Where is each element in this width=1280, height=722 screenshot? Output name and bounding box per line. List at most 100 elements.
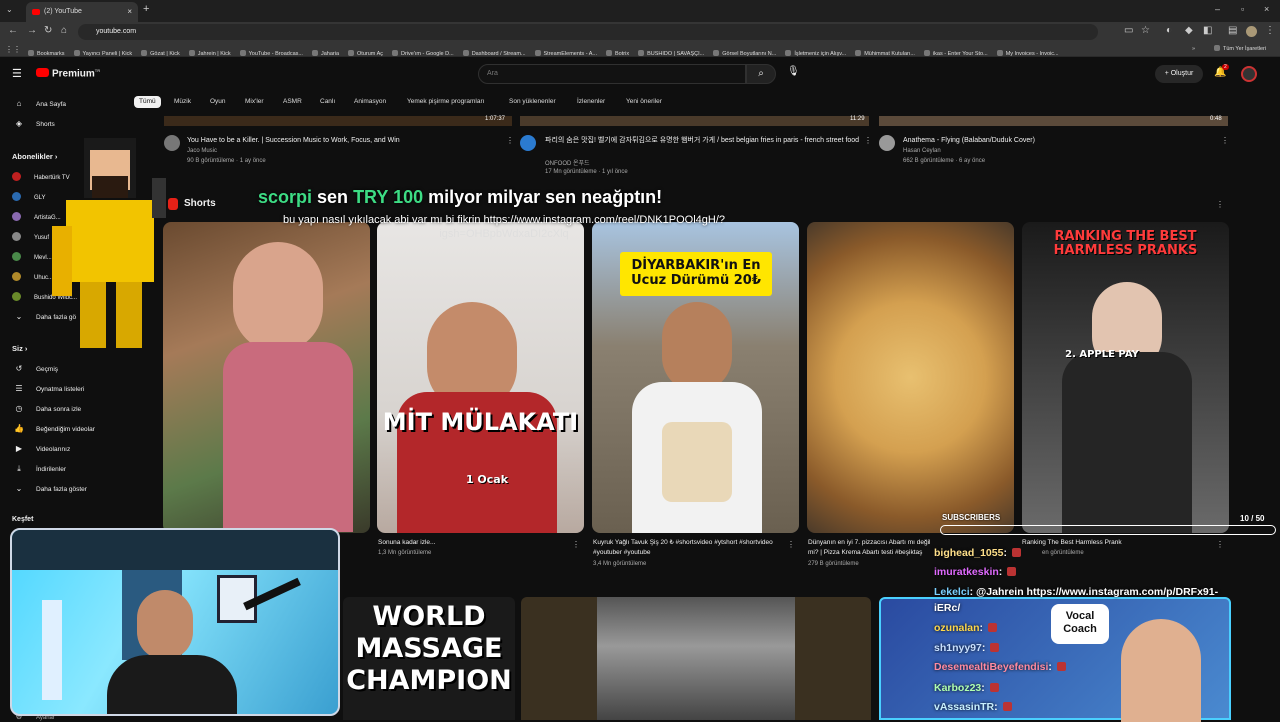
sidebar-you-item[interactable]: ☰ Oynatma listeleri [12, 384, 84, 393]
more-options-icon[interactable]: ⋮ [1216, 200, 1224, 209]
bookmark-item[interactable]: Görsel Boyutlarını N... [713, 47, 776, 56]
filter-chip[interactable]: Son yüklenenler [509, 96, 556, 108]
video-thumbnail-bottom-1[interactable]: WORLD MASSAGE CHAMPION [343, 597, 515, 720]
bookmark-item[interactable]: ikas - Enter Your Sto... [923, 47, 988, 56]
sidebar-channel-item[interactable]: Yusuf [12, 232, 49, 241]
bookmark-item[interactable]: Bookmarks [28, 47, 65, 56]
sidebar-item-shorts[interactable]: ◈ Shorts [12, 119, 55, 128]
youtube-premium-logo[interactable]: PremiumTR [36, 68, 100, 79]
bookmark-item[interactable]: Yayıncı Paneli | Kick [73, 47, 132, 56]
filter-chip[interactable]: Animasyon [354, 96, 386, 108]
more-options-icon[interactable]: ⋮ [1221, 136, 1229, 145]
bookmark-item[interactable]: Oturum Aç [348, 47, 383, 56]
more-options-icon[interactable]: ⋮ [572, 540, 580, 549]
video-title-3[interactable]: Anathema - Flying (Balaban/Duduk Cover) [903, 136, 1203, 145]
bookmark-item[interactable]: Drive'ım - Google D... [392, 47, 454, 56]
filter-chip[interactable]: ASMR [283, 96, 302, 108]
back-icon[interactable]: ← [8, 25, 18, 36]
short-card-1[interactable] [163, 222, 370, 533]
bookmark-star-icon[interactable]: ☆ [1141, 25, 1150, 36]
sidebar-subscriptions-heading[interactable]: Abonelikler › [12, 152, 57, 161]
bookmark-item[interactable]: İşletmeniz için Alışv... [785, 47, 846, 56]
more-options-icon[interactable]: ⋮ [787, 540, 795, 549]
short-card-3[interactable]: DİYARBAKIR'ın En Ucuz Dürümü 20₺ [592, 222, 799, 533]
video-thumbnail-bottom-2[interactable] [521, 597, 871, 720]
channel-avatar[interactable] [879, 135, 895, 151]
account-avatar[interactable] [1241, 66, 1257, 82]
close-tab-icon[interactable]: × [127, 2, 132, 22]
video-channel-3[interactable]: Hasan Ceylan [903, 148, 941, 154]
filter-chip[interactable]: Mix'ler [245, 96, 264, 108]
bookmark-item[interactable]: Jahrein | Kick [188, 47, 231, 56]
sidebar-channel-item[interactable]: Mevl... [12, 252, 52, 261]
video-thumbnail-bottom-3[interactable]: Vocal Coach [879, 597, 1231, 722]
short-card-2[interactable]: MİT MÜLAKATI 1 Ocak [377, 222, 584, 533]
sidebar-item-home[interactable]: ⌂ Ana Sayfa [12, 99, 66, 108]
search-button[interactable]: ⌕ [746, 64, 776, 84]
home-icon[interactable]: ⌂ [61, 25, 67, 36]
minimize-icon[interactable]: – [1215, 4, 1220, 14]
extension-icon[interactable]: ◐ [1166, 25, 1172, 36]
bookmark-item[interactable]: Dashboard / Stream... [462, 47, 526, 56]
forward-icon[interactable]: → [27, 25, 37, 36]
sidebar-you-item[interactable]: ◷ Daha sonra izle [12, 404, 82, 413]
new-tab-icon[interactable]: + [143, 3, 149, 15]
extensions-icon[interactable]: ◧ [1203, 25, 1212, 36]
filter-chip[interactable]: Canlı [320, 96, 335, 108]
bookmark-item[interactable]: My Invoices - Invoic... [996, 47, 1059, 56]
short-title-4[interactable]: Dünyanın en iyi 7. pizzacısı Abartı mı d… [808, 538, 933, 558]
sidebar-you-item[interactable]: ↺ Geçmiş [12, 364, 58, 373]
bookmark-item[interactable]: YouTube - Broadcas... [239, 47, 303, 56]
mic-icon[interactable]: 🎙 [787, 66, 800, 77]
apps-icon[interactable]: ⋮⋮ [5, 42, 21, 56]
reload-icon[interactable]: ↻ [44, 25, 52, 36]
filter-chip[interactable]: Oyun [210, 96, 226, 108]
install-icon[interactable]: ▭ [1124, 25, 1133, 36]
extension2-icon[interactable]: ◆ [1185, 25, 1193, 36]
filter-chip[interactable]: Tümü [134, 96, 161, 108]
short-title-3[interactable]: Kuyruk Yağlı Tavuk Şiş 20 ₺ #shortsvideo… [593, 538, 783, 558]
sidebar-you-item[interactable]: 👍 Beğendiğim videolar [12, 424, 95, 433]
more-options-icon[interactable]: ⋮ [864, 136, 872, 145]
video-title-2[interactable]: 파리의 숨은 맛집! 벨기에 감자튀김으로 유명한 햄버거 가게 / best … [545, 136, 860, 145]
bookmark-item[interactable]: StreamElements - A... [534, 47, 597, 56]
bookmark-item[interactable]: Mühimmat Kutuları... [855, 47, 915, 56]
video-thumbnail-2[interactable] [520, 116, 869, 126]
video-channel-2[interactable]: ONFOOD 온푸드 [545, 158, 590, 167]
bookmark-item[interactable]: BUSHIDO | SAVAŞÇI... [638, 47, 704, 56]
menu-icon[interactable]: ⋮ [1265, 25, 1275, 36]
short-title-5[interactable]: Ranking The Best Harmless Prank [1022, 538, 1212, 548]
short-title-2[interactable]: Sonuna kadar izle... [378, 538, 568, 548]
video-thumbnail-1[interactable] [164, 116, 512, 126]
video-thumbnail-3[interactable] [879, 116, 1228, 126]
close-window-icon[interactable]: × [1264, 4, 1269, 14]
more-options-icon[interactable]: ⋮ [506, 136, 514, 145]
filter-chip[interactable]: Yemek pişirme programları [407, 96, 484, 108]
tab-list-icon[interactable]: ⌄ [6, 5, 13, 14]
sidebar-you-heading[interactable]: Siz › [12, 344, 27, 353]
create-button[interactable]: + Oluştur [1155, 65, 1203, 83]
more-options-icon[interactable]: ⋮ [1216, 540, 1224, 549]
sidebar-channel-item[interactable]: GLY [12, 192, 46, 201]
browser-tab[interactable]: (2) YouTube × [26, 2, 138, 22]
bookmark-overflow-icon[interactable]: » [1192, 42, 1195, 56]
sidebar-you-item[interactable]: ▶ Videolarınız [12, 444, 70, 453]
bookmark-item[interactable]: Gözat | Kick [141, 47, 180, 56]
video-channel-1[interactable]: Jaco Music [187, 148, 217, 154]
menu-hamburger-icon[interactable]: ☰ [12, 67, 22, 80]
profile-avatar[interactable] [1246, 26, 1257, 37]
sidebar-you-item[interactable]: ⤓ İndirilenler [12, 464, 66, 474]
maximize-icon[interactable]: ▫ [1241, 4, 1244, 14]
channel-avatar[interactable] [520, 135, 536, 151]
all-bookmarks[interactable]: Tüm Yer İşaretleri [1214, 42, 1266, 56]
sidebar-you-item[interactable]: ⌄ Daha fazla göster [12, 484, 87, 493]
filter-chip[interactable]: Müzik [174, 96, 191, 108]
video-title-1[interactable]: You Have to be a Killer. | Succession Mu… [187, 136, 497, 145]
bookmark-item[interactable]: Botrix [606, 47, 629, 56]
short-card-4[interactable] [807, 222, 1014, 533]
filter-chip[interactable]: İzlenenler [577, 96, 605, 108]
sidebar-icon[interactable]: ▤ [1228, 25, 1237, 36]
short-card-5[interactable]: RANKING THE BEST HARMLESS PRANKS 2. APPL… [1022, 222, 1229, 533]
search-input[interactable]: Ara [478, 64, 746, 84]
bookmark-item[interactable]: Jaharia [311, 47, 339, 56]
